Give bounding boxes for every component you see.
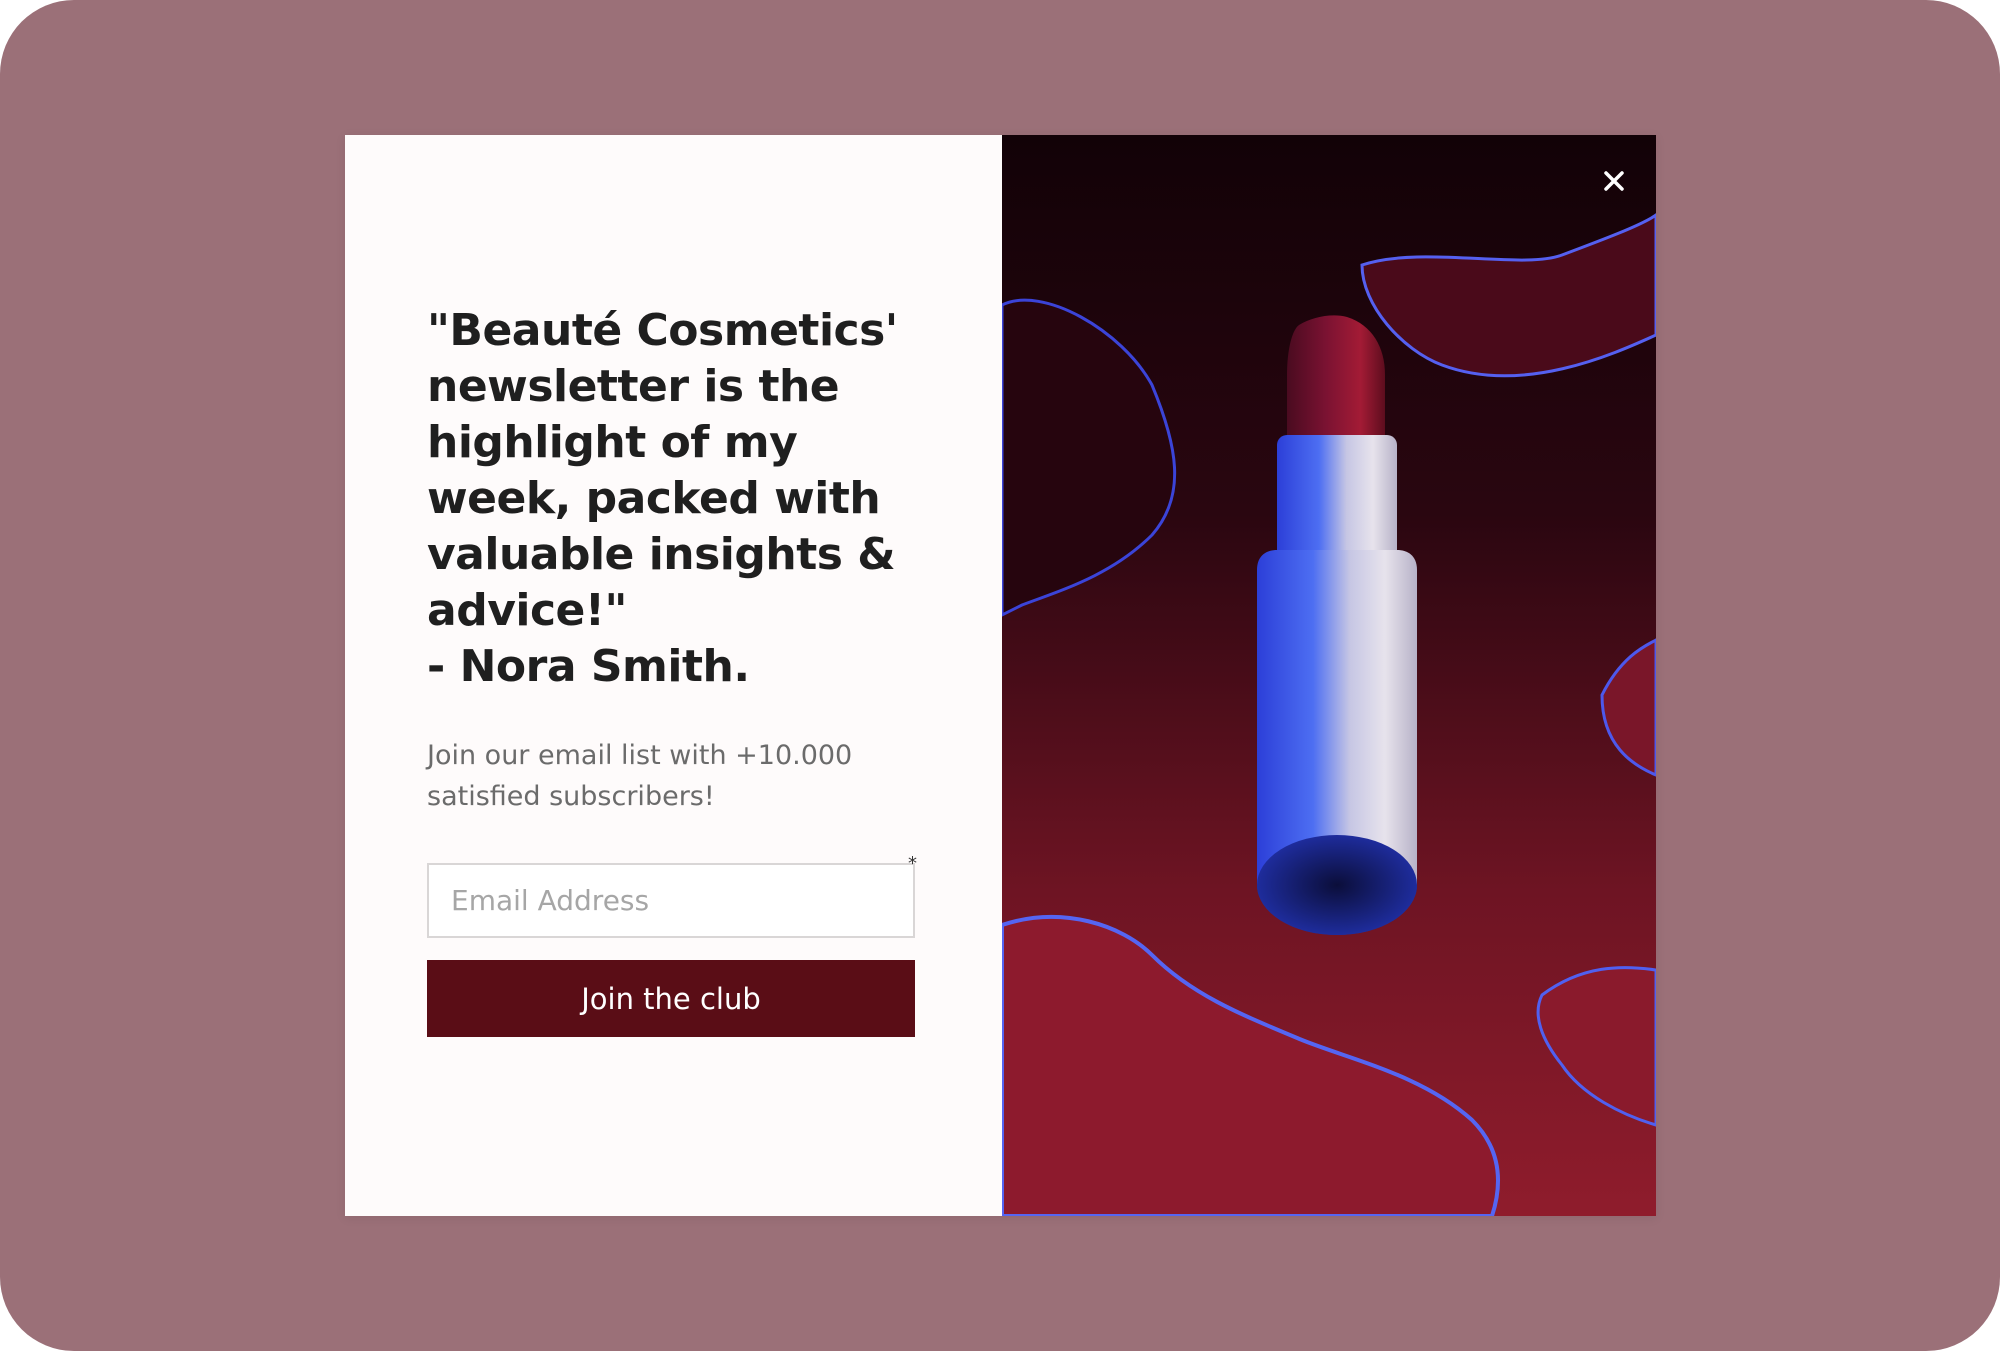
- required-asterisk: *: [908, 853, 917, 874]
- join-club-button[interactable]: Join the club: [427, 960, 915, 1037]
- close-popup-button[interactable]: [1592, 159, 1636, 203]
- email-input[interactable]: [427, 863, 915, 938]
- page-backdrop: "Beauté Cosmetics' newsletter is the hig…: [0, 0, 2000, 1351]
- newsletter-popup: "Beauté Cosmetics' newsletter is the hig…: [345, 135, 1656, 1216]
- email-field-wrapper: *: [427, 855, 917, 938]
- popup-content-panel: "Beauté Cosmetics' newsletter is the hig…: [345, 135, 1002, 1216]
- lipstick-product-image: [1002, 135, 1656, 1216]
- lipstick-illustration: [1002, 135, 1656, 1216]
- testimonial-headline: "Beauté Cosmetics' newsletter is the hig…: [427, 305, 898, 692]
- close-icon: [1604, 171, 1624, 191]
- popup-subtitle: Join our email list with +10.000 satisfi…: [427, 740, 853, 812]
